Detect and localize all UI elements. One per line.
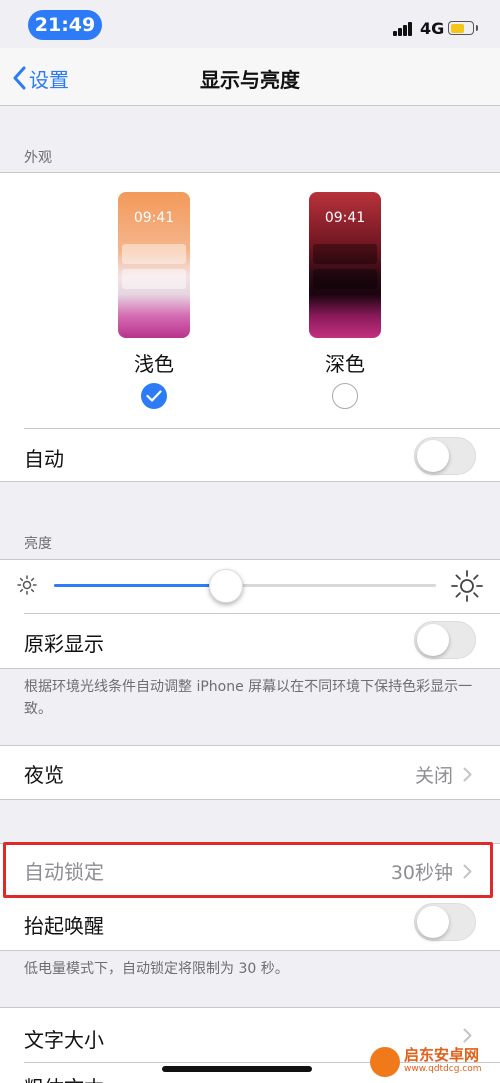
brightness-slider-fill xyxy=(54,584,226,587)
battery-icon xyxy=(448,21,478,35)
watermark-name: 启东安卓网 xyxy=(404,1046,480,1064)
section-header-appearance: 外观 xyxy=(24,150,52,166)
dark-preview-time: 09:41 xyxy=(324,210,366,226)
watermark: 启东安卓网 www.qdtdcg.com xyxy=(370,1045,482,1079)
text-size-label[interactable]: 文字大小 xyxy=(24,1024,104,1053)
raise-to-wake-toggle[interactable] xyxy=(414,903,476,941)
light-mode-preview: 09:41 xyxy=(118,192,190,338)
home-indicator[interactable] xyxy=(162,1066,312,1072)
cellular-signal-icon xyxy=(393,22,413,36)
bold-text-label[interactable]: 粗体文本 xyxy=(24,1072,104,1083)
light-mode-checkmark-icon[interactable] xyxy=(141,383,167,409)
watermark-logo-icon xyxy=(370,1047,400,1077)
auto-lock-label[interactable]: 自动锁定 xyxy=(24,856,104,885)
light-mode-option[interactable]: 09:41 xyxy=(118,192,190,338)
chevron-right-icon xyxy=(463,1028,472,1043)
section-header-brightness: 亮度 xyxy=(24,536,52,552)
dark-mode-radio[interactable] xyxy=(332,383,358,409)
status-time: 21:49 xyxy=(28,10,102,40)
auto-appearance-toggle[interactable] xyxy=(414,437,476,475)
night-shift-value: 关闭 xyxy=(415,761,472,788)
navigation-bar: 设置 显示与亮度 xyxy=(0,48,500,106)
chevron-right-icon xyxy=(463,864,472,879)
true-tone-footnote: 根据环境光线条件自动调整 iPhone 屏幕以在不同环境下保持色彩显示一致。 xyxy=(24,679,473,717)
light-preview-time: 09:41 xyxy=(133,210,175,226)
light-mode-label: 浅色 xyxy=(134,352,174,376)
watermark-url: www.qdtdcg.com xyxy=(404,1064,482,1074)
true-tone-label: 原彩显示 xyxy=(24,632,104,656)
auto-appearance-label: 自动 xyxy=(24,447,64,471)
dark-mode-preview: 09:41 xyxy=(309,192,381,338)
dark-mode-label: 深色 xyxy=(325,352,365,376)
brightness-slider-thumb[interactable] xyxy=(208,569,243,603)
brightness-high-icon xyxy=(451,570,483,602)
network-type: 4G xyxy=(420,19,445,38)
brightness-low-icon xyxy=(17,575,37,595)
raise-to-wake-label: 抬起唤醒 xyxy=(24,914,104,938)
auto-lock-footnote: 低电量模式下，自动锁定将限制为 30 秒。 xyxy=(24,961,289,977)
night-shift-label: 夜览 xyxy=(24,763,64,787)
true-tone-toggle[interactable] xyxy=(414,621,476,659)
chevron-right-icon xyxy=(463,767,472,782)
page-title: 显示与亮度 xyxy=(200,68,300,92)
dark-mode-option[interactable]: 09:41 xyxy=(309,192,381,338)
auto-lock-value[interactable]: 30秒钟 xyxy=(391,858,472,885)
appearance-group xyxy=(0,172,500,482)
